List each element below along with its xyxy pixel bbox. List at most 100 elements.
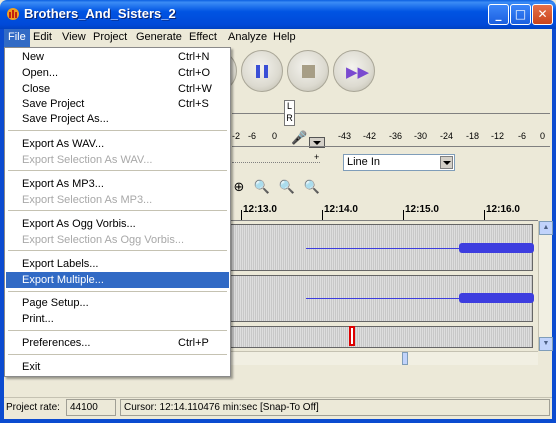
- meter-tick: -18: [466, 131, 480, 141]
- menu-generate[interactable]: Generate: [132, 29, 186, 47]
- minimize-button[interactable]: _: [488, 4, 509, 25]
- meter-lower-line: [232, 146, 550, 147]
- menu-item-export-mp3[interactable]: Export As MP3...: [6, 176, 229, 192]
- menu-edit[interactable]: Edit: [29, 29, 56, 47]
- menu-item-page-setup[interactable]: Page Setup...: [6, 295, 229, 311]
- horizontal-scroll-thumb[interactable]: [402, 352, 408, 365]
- meter-tick: -43: [338, 131, 352, 141]
- menu-item-export-selection-wav: Export Selection As WAV...: [6, 152, 229, 168]
- left-channel-label: L: [286, 101, 292, 111]
- menu-item-save-project[interactable]: Save Project Ctrl+S: [6, 96, 229, 112]
- chevron-down-icon: [440, 156, 453, 169]
- scroll-up-button[interactable]: ▲: [539, 221, 553, 235]
- zoom-in-icon[interactable]: 🔍: [252, 178, 272, 198]
- window-frame-bottom: [0, 419, 556, 423]
- menu-item-shortcut: Ctrl+W: [178, 83, 212, 95]
- title-bar[interactable]: Brothers_And_Sisters_2 _ □ ✕: [0, 0, 556, 29]
- menu-item-label: Save Project: [22, 98, 85, 110]
- stop-button[interactable]: [287, 50, 329, 92]
- meter-tick: -2: [232, 131, 241, 141]
- maximize-button[interactable]: □: [510, 4, 531, 25]
- meter-tick: 0: [540, 131, 546, 141]
- input-volume-slider[interactable]: [232, 162, 320, 163]
- menu-item-label: Open...: [22, 67, 59, 79]
- skip-to-end-button[interactable]: ▶▶: [333, 50, 375, 92]
- ruler-tick: [484, 210, 485, 220]
- menu-item-close[interactable]: Close Ctrl+W: [6, 81, 229, 97]
- menu-item-exit[interactable]: Exit: [6, 359, 229, 375]
- menu-file[interactable]: File: [4, 29, 30, 47]
- audio-track-2[interactable]: [230, 275, 534, 322]
- menu-separator: [8, 354, 227, 355]
- timeline-label: 12:14.0: [324, 204, 358, 215]
- zoom-out-icon[interactable]: 🔍: [277, 178, 297, 198]
- meter-tick: 0: [272, 131, 278, 141]
- meter-tick: -42: [363, 131, 377, 141]
- ruler-tick: [322, 210, 323, 220]
- menu-project[interactable]: Project: [89, 29, 131, 47]
- menu-analyze[interactable]: Analyze: [224, 29, 271, 47]
- menu-item-label: Exit: [22, 361, 41, 373]
- menu-item-save-project-as[interactable]: Save Project As...: [6, 111, 229, 127]
- menu-separator: [8, 210, 227, 211]
- menu-help[interactable]: Help: [269, 29, 300, 47]
- status-bar: Project rate: 44100 Cursor: 12:14.110476…: [4, 397, 552, 417]
- menu-item-open[interactable]: Open... Ctrl+O: [6, 65, 229, 81]
- menu-item-preferences[interactable]: Preferences... Ctrl+P: [6, 335, 229, 351]
- timeline-label: 12:15.0: [405, 204, 439, 215]
- meter-tick: -24: [440, 131, 454, 141]
- input-source-value: Line In: [347, 156, 381, 168]
- meter-tick: -6: [518, 131, 527, 141]
- slider-plus-label: +: [314, 152, 320, 162]
- ruler-tick: [241, 210, 242, 220]
- meter-tick: -12: [491, 131, 505, 141]
- menu-item-export-ogg[interactable]: Export As Ogg Vorbis...: [6, 216, 229, 232]
- menu-effect[interactable]: Effect: [185, 29, 221, 47]
- meter-tick: -30: [414, 131, 428, 141]
- menu-item-export-selection-ogg: Export Selection As Ogg Vorbis...: [6, 232, 229, 248]
- project-rate-field[interactable]: 44100: [66, 399, 116, 416]
- menu-item-label: Page Setup...: [22, 297, 89, 309]
- file-menu-dropdown: New Ctrl+N Open... Ctrl+O Close Ctrl+W S…: [4, 47, 231, 377]
- pause-button[interactable]: [241, 50, 283, 92]
- menu-item-export-multiple[interactable]: Export Multiple...: [6, 272, 229, 288]
- zoom-tool-icon[interactable]: ⊕: [229, 178, 249, 198]
- menu-separator: [8, 291, 227, 292]
- menu-item-label: Export Selection As WAV...: [22, 154, 153, 166]
- audio-track-1[interactable]: [230, 224, 534, 271]
- label-track[interactable]: [230, 326, 533, 348]
- scroll-down-button[interactable]: ▼: [539, 337, 553, 351]
- pause-icon-bar: [264, 65, 268, 78]
- menu-item-shortcut: Ctrl+S: [178, 98, 209, 110]
- project-rate-label: Project rate:: [6, 402, 60, 413]
- menu-item-print[interactable]: Print...: [6, 311, 229, 327]
- menu-item-label: Export As WAV...: [22, 138, 105, 150]
- menu-item-label: Preferences...: [22, 337, 91, 349]
- menu-item-label: Export As MP3...: [22, 178, 104, 190]
- stop-icon: [302, 65, 315, 78]
- input-source-select[interactable]: Line In: [343, 154, 455, 171]
- timeline-label: 12:16.0: [486, 204, 520, 215]
- menu-item-label: Close: [22, 83, 51, 95]
- menu-item-shortcut: Ctrl+N: [178, 51, 210, 63]
- pause-icon: [256, 65, 260, 78]
- menu-item-export-labels[interactable]: Export Labels...: [6, 256, 229, 272]
- menu-item-label: Print...: [22, 313, 54, 325]
- waveform-peak: [459, 243, 534, 253]
- horizontal-scrollbar[interactable]: [230, 351, 538, 365]
- menu-separator: [8, 130, 227, 131]
- audacity-app-icon[interactable]: [6, 7, 20, 21]
- menu-view[interactable]: View: [58, 29, 90, 47]
- fit-selection-icon[interactable]: 🔍: [302, 178, 322, 198]
- play-cursor-marker[interactable]: [349, 326, 355, 346]
- menu-item-export-wav[interactable]: Export As WAV...: [6, 136, 229, 152]
- window-title: Brothers_And_Sisters_2: [24, 6, 176, 21]
- menu-item-new[interactable]: New Ctrl+N: [6, 49, 229, 65]
- menu-item-label: Export Selection As MP3...: [22, 194, 153, 206]
- menu-item-shortcut: Ctrl+P: [178, 337, 209, 349]
- close-button[interactable]: ✕: [532, 4, 553, 25]
- vertical-scrollbar[interactable]: ▲ ▼: [538, 221, 553, 351]
- right-channel-label: R: [286, 113, 293, 123]
- menu-item-shortcut: Ctrl+O: [178, 67, 211, 79]
- menu-separator: [8, 170, 227, 171]
